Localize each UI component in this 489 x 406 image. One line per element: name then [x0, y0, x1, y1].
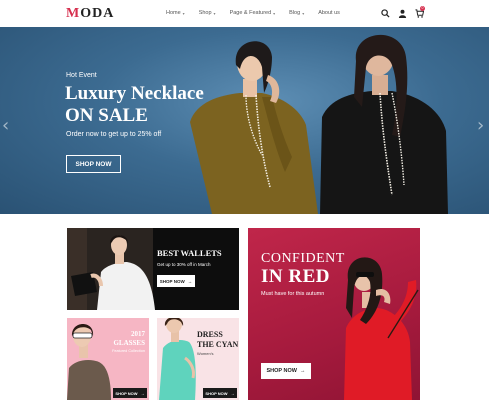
promo-tile-cyan[interactable]: DRESS THE CYAN Women's SHOP NOW →: [157, 318, 239, 400]
cyan-subtitle: Women's: [197, 351, 214, 356]
logo-text: ODA: [80, 6, 115, 21]
user-icon[interactable]: [398, 9, 407, 18]
cyan-title-line2: THE CYAN: [197, 340, 239, 349]
logo[interactable]: MODA: [66, 6, 114, 22]
red-title-line1: CONFIDENT: [261, 251, 345, 266]
wallets-subtitle: Get up to 30% off in March: [157, 262, 211, 267]
nav-label-blog: Blog: [289, 10, 301, 16]
promo-tile-red[interactable]: CONFIDENT IN RED Must have for this autu…: [248, 228, 420, 400]
hero-subtitle: Order now to get up to 25% off: [66, 131, 162, 138]
chevron-down-icon: ▾: [273, 10, 276, 16]
promo-tile-wallets[interactable]: BEST WALLETS Get up to 30% off in March …: [67, 228, 239, 310]
glasses-title-line1: 2017: [131, 330, 145, 338]
glasses-subtitle: Featured Collection: [112, 349, 145, 353]
arrow-right-icon: →: [187, 278, 193, 284]
wallets-shop-now-button[interactable]: SHOP NOW →: [157, 275, 195, 287]
hero-next-arrow-icon[interactable]: ›: [477, 115, 484, 136]
cyan-shop-now-button[interactable]: SHOP NOW →: [203, 388, 237, 398]
chevron-down-icon: ▾: [302, 10, 305, 16]
logo-letter-m: M: [66, 6, 81, 21]
nav-item-about[interactable]: About us: [318, 10, 340, 16]
nav-label-about: About us: [318, 10, 340, 16]
nav-item-pages[interactable]: Page & Featured ▾: [230, 10, 276, 16]
nav-item-shop[interactable]: Shop ▾: [199, 10, 216, 16]
hero-slider: ‹ › Hot Event Luxury Necklace ON SALE Or…: [0, 27, 489, 214]
hero-title-line1: Luxury Necklace: [65, 83, 204, 104]
site-header: MODA Home ▾ Shop ▾ Page & Featured ▾ Blog ▾ …: [0, 0, 489, 27]
cyan-title-line1: DRESS: [197, 330, 223, 339]
red-title-line2: IN RED: [261, 266, 330, 287]
glasses-title-line2: GLASSES: [113, 339, 145, 347]
hero-title-line2: ON SALE: [65, 105, 148, 126]
arrow-right-icon: →: [299, 368, 306, 374]
main-nav: Home ▾ Shop ▾ Page & Featured ▾ Blog ▾ About…: [166, 10, 340, 16]
cyan-button-label: SHOP NOW: [205, 390, 228, 396]
cart-icon[interactable]: 0: [415, 6, 425, 18]
nav-label-shop: Shop: [198, 10, 212, 16]
chevron-down-icon: ▾: [182, 10, 185, 16]
red-button-label: SHOP NOW: [266, 368, 297, 374]
search-icon[interactable]: [381, 9, 390, 18]
nav-item-blog[interactable]: Blog ▾: [289, 10, 304, 16]
hero-prev-arrow-icon[interactable]: ‹: [2, 115, 9, 136]
hero-kicker: Hot Event: [66, 72, 97, 79]
wallets-model-image: [67, 228, 155, 310]
wallets-title: BEST WALLETS: [157, 248, 222, 258]
nav-label-pages: Page & Featured: [229, 10, 272, 16]
nav-item-home[interactable]: Home ▾: [166, 10, 185, 16]
arrow-right-icon: →: [230, 390, 235, 396]
glasses-button-label: SHOP NOW: [115, 390, 138, 396]
hero-shop-now-button[interactable]: SHOP NOW: [66, 155, 121, 173]
hero-title: Luxury Necklace ON SALE: [65, 83, 204, 127]
red-subtitle: Must have for this autumn: [261, 291, 325, 297]
cart-count-badge: 0: [420, 6, 425, 11]
glasses-shop-now-button[interactable]: SHOP NOW →: [113, 388, 147, 398]
wallets-button-label: SHOP NOW: [159, 278, 185, 284]
red-shop-now-button[interactable]: SHOP NOW →: [261, 363, 311, 379]
chevron-down-icon: ▾: [213, 10, 216, 16]
promo-tile-glasses[interactable]: 2017 GLASSES Featured Collection SHOP NO…: [67, 318, 149, 400]
header-icons: 0: [381, 6, 425, 18]
arrow-right-icon: →: [140, 390, 145, 396]
nav-label-home: Home: [166, 10, 181, 16]
